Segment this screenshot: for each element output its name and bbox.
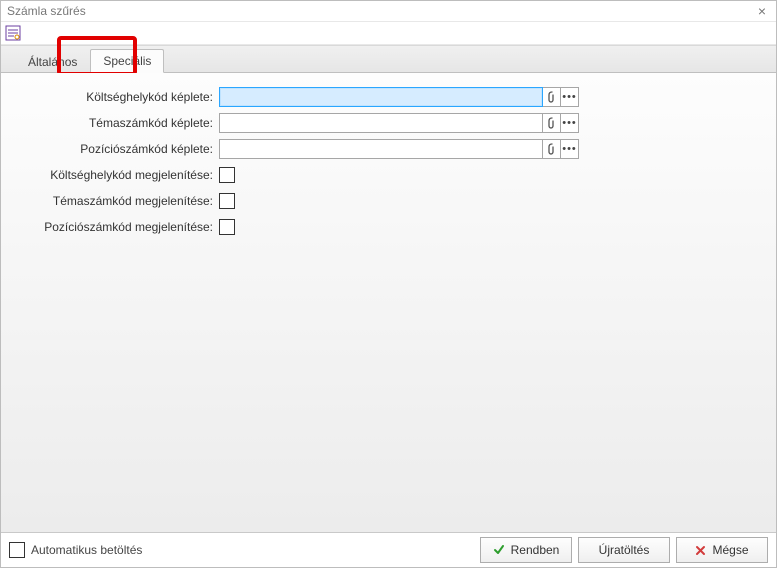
field-cost-code-formula: ••• bbox=[219, 87, 579, 107]
attach-icon[interactable] bbox=[543, 113, 561, 133]
form-icon[interactable] bbox=[5, 25, 21, 41]
attach-icon[interactable] bbox=[543, 139, 561, 159]
checkbox-auto-load[interactable] bbox=[9, 542, 25, 558]
tab-strip: Általános Speciális bbox=[1, 45, 776, 73]
footer-right: Rendben Újratöltés Mégse bbox=[480, 537, 768, 563]
ellipsis-icon[interactable]: ••• bbox=[561, 139, 579, 159]
window-title: Számla szűrés bbox=[7, 4, 754, 18]
check-icon bbox=[493, 544, 505, 556]
footer-left: Automatikus betöltés bbox=[9, 542, 480, 558]
x-icon bbox=[695, 545, 706, 556]
field-position-code-formula: ••• bbox=[219, 139, 579, 159]
row-position-code-formula: Pozíciószámkód képlete: ••• bbox=[1, 137, 776, 161]
label-topic-code-formula: Témaszámkód képlete: bbox=[1, 116, 219, 130]
toolbar bbox=[1, 21, 776, 45]
checkbox-topic-code-display[interactable] bbox=[219, 193, 235, 209]
footer-bar: Automatikus betöltés Rendben Újratöltés … bbox=[1, 532, 776, 567]
tab-general[interactable]: Általános bbox=[15, 50, 90, 73]
tab-panel-special: Költséghelykód képlete: ••• Témaszámkód … bbox=[1, 73, 776, 532]
cancel-button-label: Mégse bbox=[712, 543, 748, 557]
ok-button-label: Rendben bbox=[511, 543, 560, 557]
cancel-button[interactable]: Mégse bbox=[676, 537, 768, 563]
label-cost-code-formula: Költséghelykód képlete: bbox=[1, 90, 219, 104]
checkbox-cost-code-display[interactable] bbox=[219, 167, 235, 183]
label-position-code-display: Pozíciószámkód megjelenítése: bbox=[1, 220, 219, 234]
field-topic-code-formula: ••• bbox=[219, 113, 579, 133]
row-cost-code-display: Költséghelykód megjelenítése: bbox=[1, 163, 776, 187]
titlebar: Számla szűrés × bbox=[1, 1, 776, 21]
label-auto-load: Automatikus betöltés bbox=[31, 543, 142, 557]
row-position-code-display: Pozíciószámkód megjelenítése: bbox=[1, 215, 776, 239]
input-topic-code-formula[interactable] bbox=[219, 113, 543, 133]
input-position-code-formula[interactable] bbox=[219, 139, 543, 159]
row-topic-code-display: Témaszámkód megjelenítése: bbox=[1, 189, 776, 213]
attach-icon[interactable] bbox=[543, 87, 561, 107]
row-cost-code-formula: Költséghelykód képlete: ••• bbox=[1, 85, 776, 109]
row-topic-code-formula: Témaszámkód képlete: ••• bbox=[1, 111, 776, 135]
ellipsis-icon[interactable]: ••• bbox=[561, 87, 579, 107]
dialog-window: Számla szűrés × Általános Speciális Költ… bbox=[0, 0, 777, 568]
reload-button[interactable]: Újratöltés bbox=[578, 537, 670, 563]
reload-button-label: Újratöltés bbox=[599, 543, 650, 557]
tab-special[interactable]: Speciális bbox=[90, 49, 164, 73]
ellipsis-icon[interactable]: ••• bbox=[561, 113, 579, 133]
label-cost-code-display: Költséghelykód megjelenítése: bbox=[1, 168, 219, 182]
close-icon[interactable]: × bbox=[754, 3, 770, 19]
checkbox-position-code-display[interactable] bbox=[219, 219, 235, 235]
tab-general-label: Általános bbox=[28, 55, 77, 69]
ok-button[interactable]: Rendben bbox=[480, 537, 572, 563]
label-position-code-formula: Pozíciószámkód képlete: bbox=[1, 142, 219, 156]
tab-special-label: Speciális bbox=[103, 54, 151, 68]
label-topic-code-display: Témaszámkód megjelenítése: bbox=[1, 194, 219, 208]
input-cost-code-formula[interactable] bbox=[219, 87, 543, 107]
